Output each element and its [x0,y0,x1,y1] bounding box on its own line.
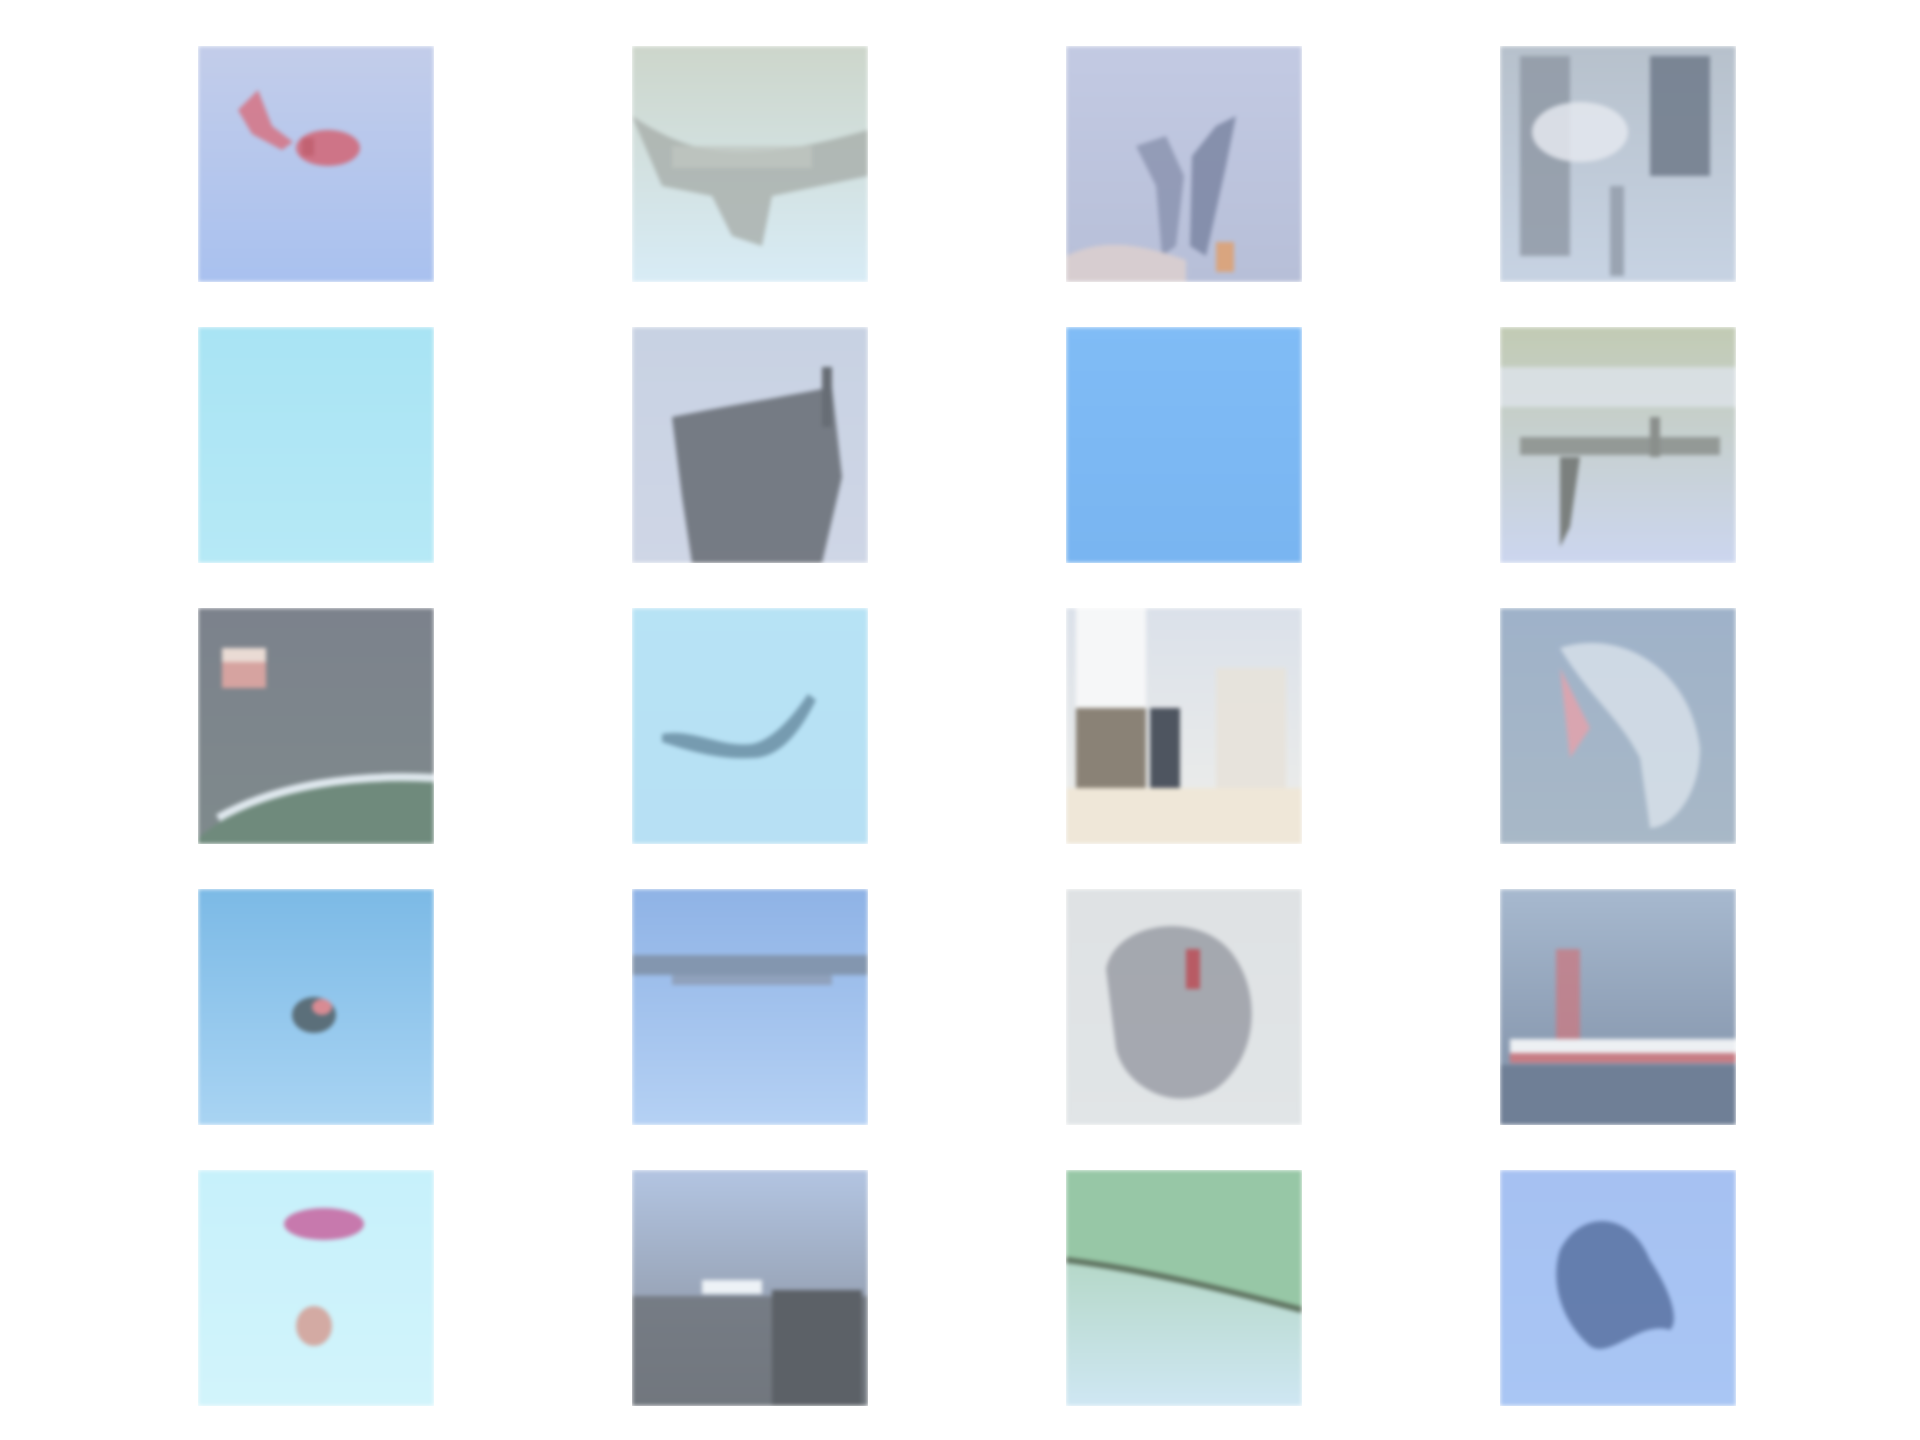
tile-jet-over-ground-image [1500,327,1736,563]
image-tile [1500,327,1736,563]
image-tile [1500,889,1736,1125]
tile-gray-creature-image [1066,889,1302,1125]
tile-figures-gray-sky-image [1066,46,1302,282]
tile-bird-cyan-sky-image [632,608,868,844]
image-tile [632,889,868,1125]
image-tile [1500,608,1736,844]
image-tile [632,1170,868,1406]
image-tile [1500,1170,1736,1406]
tile-small-plane-blue-sky-image [198,889,434,1125]
tile-plain-cyan-sky-image [198,327,434,563]
tile-dark-ship-hull-image [632,327,868,563]
tile-flag-over-earth-image [198,608,434,844]
image-tile [1500,46,1736,282]
image-tile [198,608,434,844]
tile-red-aircraft-sky-image [198,46,434,282]
image-tile [198,889,434,1125]
image-tile [1066,46,1302,282]
image-tile [1066,327,1302,563]
tile-dark-landscape-image [632,1170,868,1406]
image-grid [198,46,1738,1408]
image-tile [198,1170,434,1406]
image-tile [632,46,868,282]
tile-dark-structure-image [1500,46,1736,282]
image-tile [1066,889,1302,1125]
tile-green-field-sky-image [1066,1170,1302,1406]
tile-dark-bird-blue-sky-image [1500,1170,1736,1406]
image-tile [198,327,434,563]
tile-bird-dark-bg-image [1500,608,1736,844]
image-tile [1066,608,1302,844]
tile-street-scene-image [1066,608,1302,844]
image-tile [198,46,434,282]
image-tile [632,327,868,563]
image-tile [1066,1170,1302,1406]
tile-pink-object-pale-sky-image [198,1170,434,1406]
tile-gray-object-pale-sky-image [632,46,868,282]
tile-boat-on-water-image [1500,889,1736,1125]
tile-plain-blue-sky-image [1066,327,1302,563]
tile-airliner-blue-sky-image [632,889,868,1125]
image-tile [632,608,868,844]
